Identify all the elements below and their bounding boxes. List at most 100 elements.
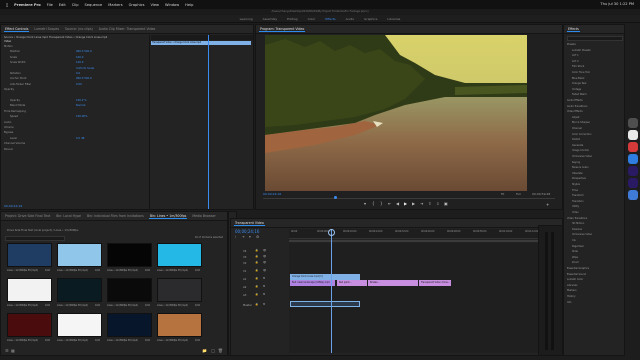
add-marker-icon[interactable]: ▾ xyxy=(249,235,251,239)
tab-bin-individual-files[interactable]: Bin: Individual Files from Invitations xyxy=(86,214,145,218)
list-view-icon[interactable]: ☰ xyxy=(5,348,9,353)
effect-property-row[interactable]: Scale Width 100.0 xyxy=(4,61,251,65)
workspace-audio[interactable]: Audio xyxy=(346,17,355,21)
timeline-zoom-bar[interactable] xyxy=(289,240,559,242)
workspace-editing[interactable]: Editing xyxy=(287,17,297,21)
effects-tree-item[interactable]: Utility xyxy=(572,205,579,208)
go-to-out-icon[interactable]: ⇥ xyxy=(420,201,423,206)
effects-tree-item[interactable]: Immersive Video xyxy=(572,155,592,158)
effect-property-value[interactable]: Uniform Scale xyxy=(76,67,94,70)
timeline-clip[interactable]: Bull creek landscape (1080p).mp4 xyxy=(290,280,335,286)
effect-property-row[interactable]: Volume xyxy=(4,126,251,130)
go-to-in-icon[interactable]: ⇤ xyxy=(388,201,391,206)
effects-tree-item[interactable]: 3D Motion xyxy=(572,222,584,225)
effect-property-row[interactable]: Bypass xyxy=(4,131,251,135)
track-header[interactable]: A3 🔒 M xyxy=(235,293,287,299)
workspace-color[interactable]: Color xyxy=(308,17,316,21)
menu-markers[interactable]: Markers xyxy=(108,3,122,7)
effects-tree-item[interactable]: Iris xyxy=(572,239,576,242)
track-header[interactable]: V1 🔒 👁 xyxy=(235,269,287,275)
apple-icon[interactable]:  xyxy=(6,3,8,7)
track-visibility-icon[interactable]: 👁 xyxy=(263,249,266,252)
effects-tree-item[interactable]: Image Control xyxy=(572,149,589,152)
playhead-handle[interactable] xyxy=(328,229,335,236)
track-lock-icon[interactable]: 🔒 xyxy=(255,303,258,306)
audio-clip[interactable] xyxy=(290,301,360,307)
safari-dock-icon[interactable] xyxy=(628,154,638,164)
effects-tree-item[interactable]: Film Stock xyxy=(572,65,584,68)
effects-tree-item[interactable]: Info xyxy=(567,301,572,304)
track-mute-button[interactable]: M xyxy=(263,285,265,288)
menu-edit[interactable]: Edit xyxy=(59,3,66,7)
program-quality-select[interactable]: Full xyxy=(516,192,521,196)
trash-icon[interactable]: 🗑 xyxy=(218,348,223,353)
clip-thumbnail[interactable] xyxy=(157,278,202,302)
effect-property-value[interactable]: 100.0 % xyxy=(76,99,87,102)
menu-help[interactable]: Help xyxy=(185,3,193,7)
track-lock-icon[interactable]: 🔒 xyxy=(255,285,258,288)
tab-effect-controls[interactable]: Effect Controls xyxy=(4,27,30,32)
effect-property-value[interactable]: Normal xyxy=(76,104,85,107)
tab-project[interactable]: Project: Drive Side Final Text xyxy=(4,214,51,218)
menu-clip[interactable]: Clip xyxy=(72,3,79,7)
tab-effects[interactable]: Effects xyxy=(567,27,580,32)
effects-tree-item[interactable]: Generate xyxy=(572,144,583,147)
effects-tree-item[interactable]: Lumetri Presets xyxy=(572,49,591,52)
workspace-assembly[interactable]: Assembly xyxy=(263,17,277,21)
tab-sequence[interactable]: Transparent Video xyxy=(234,221,265,226)
program-timecode-current[interactable]: 00;00;24;16 xyxy=(263,192,281,196)
clip-thumbnail[interactable] xyxy=(57,243,102,267)
export-frame-icon[interactable]: ▣ xyxy=(444,201,448,206)
track-lock-icon[interactable]: 🔒 xyxy=(255,249,258,252)
menu-sequence[interactable]: Sequence xyxy=(85,3,103,7)
effects-tree-item[interactable]: Obsolete xyxy=(572,172,583,175)
effect-property-row[interactable]: Uniform Scale xyxy=(4,67,251,71)
chrome-dock-icon[interactable] xyxy=(628,142,638,152)
clip-thumbnail[interactable] xyxy=(7,278,52,302)
effects-tree-item[interactable]: LUT 2 xyxy=(572,60,579,63)
finder-dock-icon[interactable] xyxy=(628,118,638,128)
program-playhead-marker[interactable] xyxy=(334,196,337,199)
effect-property-row[interactable]: Motion xyxy=(4,45,251,49)
effects-tree-item[interactable]: Time xyxy=(572,189,578,192)
track-visibility-icon[interactable]: 👁 xyxy=(263,261,266,264)
track-lock-icon[interactable]: 🔒 xyxy=(255,277,258,280)
track-header[interactable]: A1 🔒 M xyxy=(235,277,287,283)
effects-tree-item[interactable]: Essential Sound xyxy=(567,273,586,276)
extract-icon[interactable]: ⇩ xyxy=(436,201,439,206)
track-mute-button[interactable]: M xyxy=(263,293,265,296)
effects-tree-item[interactable]: Slide xyxy=(572,250,578,253)
step-forward-icon[interactable]: ▶ xyxy=(412,201,415,206)
timeline-settings-icon[interactable]: ⚙ xyxy=(256,235,259,239)
program-scrub-bar[interactable] xyxy=(263,198,555,199)
track-mute-button[interactable]: M xyxy=(263,277,265,280)
effects-tree-item[interactable]: Stylize xyxy=(572,183,580,186)
project-search-input[interactable] xyxy=(5,236,65,241)
track-visibility-icon[interactable]: 👁 xyxy=(263,255,266,258)
play-icon[interactable]: ▶ xyxy=(404,201,407,206)
clip-thumbnail[interactable] xyxy=(7,243,52,267)
tab-source[interactable]: Source: (no clips) xyxy=(64,27,94,31)
button-editor-icon[interactable]: + xyxy=(546,202,549,207)
effect-property-row[interactable]: Anti-flicker Filter 0.00 xyxy=(4,83,251,87)
effects-tree-item[interactable]: Page Peel xyxy=(572,245,584,248)
effects-tree-item[interactable]: History xyxy=(567,295,576,298)
linked-selection-icon[interactable]: ⚭ xyxy=(242,235,245,239)
effect-property-row[interactable]: Rotation 0.0 xyxy=(4,72,251,76)
effect-property-row[interactable]: Panner xyxy=(4,148,251,152)
effects-tree-item[interactable]: Color Correction xyxy=(572,133,591,136)
effects-tree-item[interactable]: Video Transitions xyxy=(567,217,587,220)
effects-tree-item[interactable]: Blue Black xyxy=(572,77,585,80)
menu-clock[interactable]: Thu Jul 30 1:22 PM xyxy=(600,2,634,6)
effects-tree-item[interactable]: Presets xyxy=(567,43,576,46)
effects-tree-item[interactable]: Color Tone Tool xyxy=(572,71,590,74)
timeline-clip[interactable]: Transparent Video drone... xyxy=(419,280,451,286)
premiere-rush-dock-icon[interactable] xyxy=(628,178,638,188)
timeline-track-area[interactable] xyxy=(289,243,559,353)
source-clip-label[interactable]: Source • Orange Clock Lines.mp4 xyxy=(4,36,48,39)
effect-property-row[interactable]: Level 0.0 dB xyxy=(4,137,251,141)
effects-tree-item[interactable]: Adjust xyxy=(572,116,579,119)
effects-tree-item[interactable]: Keying xyxy=(572,161,580,164)
icon-view-icon[interactable]: ▦ xyxy=(11,348,15,353)
clip-thumbnail[interactable] xyxy=(7,313,52,337)
